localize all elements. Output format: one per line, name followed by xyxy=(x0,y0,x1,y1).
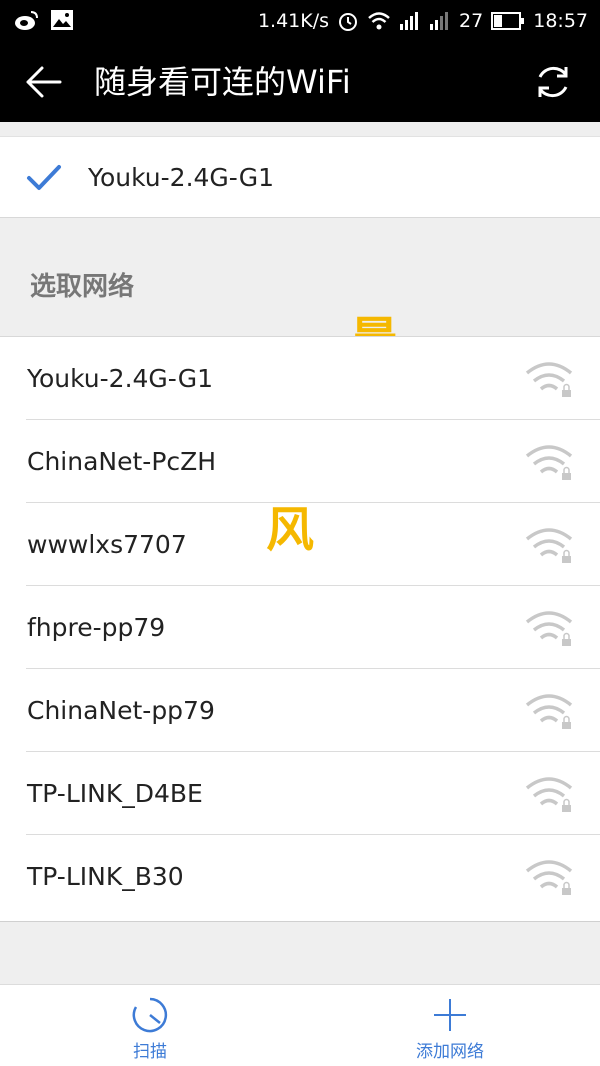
network-ssid: wwwlxs7707 xyxy=(27,530,187,559)
wifi-status-icon xyxy=(368,12,390,30)
scan-button[interactable]: 扫描 xyxy=(50,985,250,1066)
bottom-bar: 扫描 添加网络 xyxy=(0,984,600,1066)
network-ssid: TP-LINK_B30 xyxy=(27,862,184,891)
status-bar: 1.41K/s 27 18:57 xyxy=(0,0,600,42)
back-arrow-icon[interactable] xyxy=(22,60,66,104)
wifi-locked-icon xyxy=(525,445,573,480)
page-title: 随身看可连的WiFi xyxy=(94,63,351,101)
wifi-locked-icon xyxy=(525,860,573,895)
network-speed: 1.41K/s xyxy=(257,10,330,32)
network-row[interactable]: TP-LINK_B30 xyxy=(0,835,600,918)
signal-icon xyxy=(400,12,419,30)
gallery-icon xyxy=(51,10,73,30)
connected-network[interactable]: Youku-2.4G-G1 xyxy=(0,136,600,218)
network-row[interactable]: TP-LINK_D4BE xyxy=(0,752,600,835)
network-ssid: Youku-2.4G-G1 xyxy=(27,364,214,393)
scan-icon xyxy=(132,997,168,1033)
section-title: 选取网络 xyxy=(30,272,135,302)
network-row[interactable]: fhpre-pp79 xyxy=(0,586,600,669)
wifi-locked-icon xyxy=(525,611,573,646)
refresh-icon[interactable] xyxy=(532,61,574,103)
battery-icon xyxy=(491,12,525,30)
add-network-label: 添加网络 xyxy=(416,1042,484,1062)
network-ssid: ChinaNet-PcZH xyxy=(27,447,217,476)
network-ssid: fhpre-pp79 xyxy=(27,613,166,642)
watermark-char-2: 风 xyxy=(266,502,315,558)
wifi-locked-icon xyxy=(525,777,573,812)
network-row[interactable]: Youku-2.4G-G1 xyxy=(0,337,600,420)
network-ssid: TP-LINK_D4BE xyxy=(27,779,203,808)
add-network-button[interactable]: 添加网络 xyxy=(350,985,550,1066)
network-ssid: ChinaNet-pp79 xyxy=(27,696,215,725)
signal-2-icon xyxy=(430,12,449,30)
wifi-locked-icon xyxy=(525,694,573,729)
wifi-locked-icon xyxy=(525,528,573,563)
weibo-icon xyxy=(15,11,38,30)
add-icon xyxy=(434,999,466,1031)
clock: 18:57 xyxy=(533,10,588,32)
connected-ssid: Youku-2.4G-G1 xyxy=(88,163,275,192)
network-row[interactable]: ChinaNet-pp79 xyxy=(0,669,600,752)
alarm-icon xyxy=(339,13,358,31)
network-list: Youku-2.4G-G1 ChinaNet-PcZH wwwlxs7707 f… xyxy=(0,336,600,922)
check-icon xyxy=(27,165,61,190)
scan-label: 扫描 xyxy=(133,1042,167,1062)
app-bar: 随身看可连的WiFi xyxy=(0,42,600,122)
battery-percent: 27 xyxy=(459,10,484,32)
wifi-locked-icon xyxy=(525,362,573,397)
